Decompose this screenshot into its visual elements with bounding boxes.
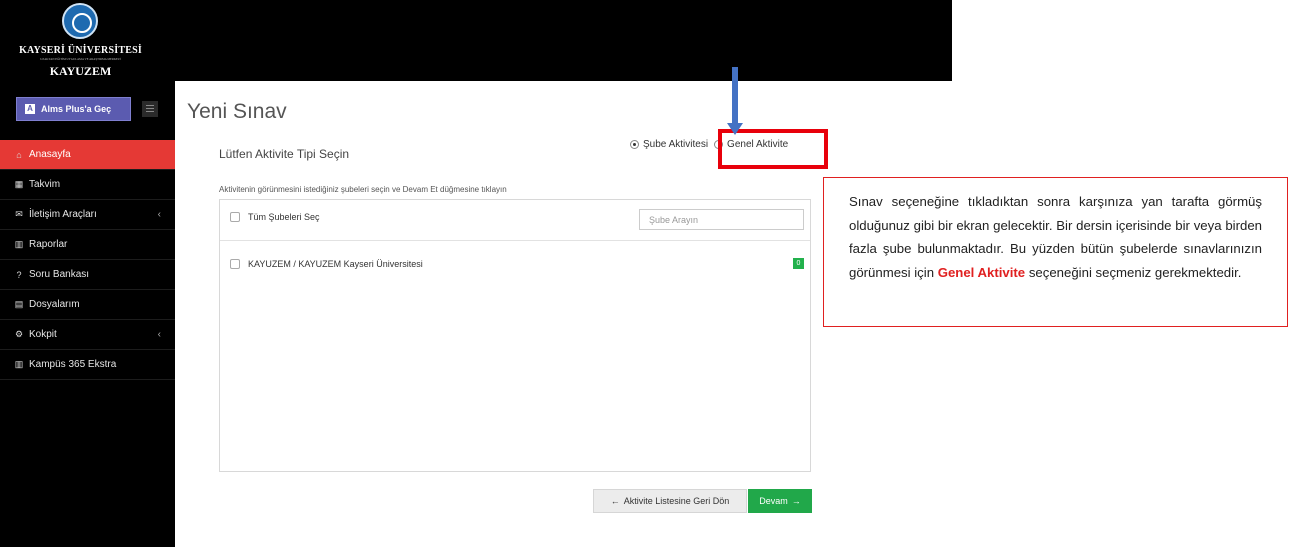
sidebar-item-label: İletişim Araçları	[29, 209, 97, 220]
sidebar-item-label: Soru Bankası	[29, 269, 90, 280]
brand-short-name: KAYUZEM	[49, 64, 112, 78]
sidebar-item-7[interactable]: ▥ Kampüs 365 Ekstra	[0, 350, 175, 380]
branch-name: KAYUZEM / KAYUZEM Kayseri Üniversitesi	[248, 259, 423, 269]
back-button-label: Aktivite Listesine Geri Dön	[623, 496, 730, 506]
branch-row[interactable]: KAYUZEM / KAYUZEM Kayseri Üniversitesi	[230, 259, 423, 269]
menu-toggle-icon[interactable]	[142, 101, 158, 117]
bar-chart-icon: ▥	[14, 239, 24, 249]
continue-button[interactable]: Devam →	[748, 489, 812, 513]
sidebar: KAYSERİ ÜNİVERSİTESİ UZAKTAN EĞİTİM UYGU…	[0, 0, 175, 547]
sidebar-item-label: Kampüs 365 Ekstra	[29, 359, 117, 370]
brand[interactable]: KAYSERİ ÜNİVERSİTESİ UZAKTAN EĞİTİM UYGU…	[0, 0, 175, 90]
sidebar-item-5[interactable]: ▤ Dosyalarım	[0, 290, 175, 320]
back-to-activity-list-button[interactable]: ← Aktivite Listesine Geri Dön	[593, 489, 747, 513]
pointer-arrow-shaft	[732, 67, 738, 125]
home-icon: ⌂	[16, 149, 22, 160]
question-icon: ?	[16, 269, 22, 280]
select-all-row[interactable]: Tüm Şubeleri Seç	[230, 212, 320, 222]
radio-branch-label[interactable]: Şube Aktivitesi	[643, 139, 708, 150]
top-header-bar	[175, 0, 952, 81]
annotation-text-after: seçeneğini seçmeniz gerekmektedir.	[1025, 264, 1242, 280]
sidebar-item-6[interactable]: ⚙ Kokpit ‹	[0, 320, 175, 350]
cogs-icon: ⚙	[14, 329, 24, 339]
brand-subtitle: UZAKTAN EĞİTİM UYGULAMA VE ARAŞTIRMA MER…	[40, 57, 121, 61]
arrow-left-icon: ←	[610, 496, 620, 506]
activity-type-label: Lütfen Aktivite Tipi Seçin	[219, 147, 350, 161]
sidebar-item-label: Takvim	[29, 179, 61, 190]
calendar-icon: ▦	[14, 179, 24, 189]
branch-count-badge: 0	[793, 258, 804, 269]
annotation-note: Sınav seçeneğine tıkladıktan sonra karşı…	[823, 177, 1288, 327]
radio-branch-activity[interactable]	[630, 140, 639, 149]
alms-plus-button[interactable]: A Alms Plus'a Geç	[16, 97, 131, 121]
sidebar-item-label: Raporlar	[29, 239, 68, 250]
select-all-label: Tüm Şubeleri Seç	[248, 212, 320, 222]
sidebar-menu: ⌂ Anasayfa ▦ Takvim ✉ İletişim Araçları ‹ ▥ Rapo…	[0, 140, 175, 380]
arrow-right-icon: →	[791, 496, 801, 506]
pointer-arrow-head-icon	[727, 123, 743, 135]
chevron-left-icon: ‹	[157, 329, 161, 340]
brand-name: KAYSERİ ÜNİVERSİTESİ	[19, 45, 142, 56]
sidebar-item-2[interactable]: ✉ İletişim Araçları ‹	[0, 200, 175, 230]
sidebar-item-4[interactable]: ? Soru Bankası	[0, 260, 175, 290]
annotation-highlight: Genel Aktivite	[937, 264, 1026, 280]
general-activity-highlight-box	[718, 129, 828, 169]
chevron-left-icon: ‹	[157, 209, 161, 220]
sidebar-item-label: Kokpit	[29, 329, 57, 340]
select-all-checkbox[interactable]	[230, 212, 240, 222]
continue-button-label: Devam	[759, 496, 788, 506]
file-icon: ▤	[14, 299, 24, 309]
university-logo	[62, 3, 98, 39]
alms-plus-label: Alms Plus'a Geç	[41, 104, 112, 114]
sidebar-item-label: Anasayfa	[29, 149, 71, 160]
app-window: KAYSERİ ÜNİVERSİTESİ UZAKTAN EĞİTİM UYGU…	[0, 0, 952, 547]
envelope-icon: ✉	[15, 209, 23, 219]
page-title: Yeni Sınav	[187, 100, 287, 123]
sidebar-item-label: Dosyalarım	[29, 299, 80, 310]
sidebar-item-0[interactable]: ⌂ Anasayfa	[0, 140, 175, 170]
branch-search-input[interactable]: Şube Arayın	[639, 209, 804, 230]
bar-chart-icon: ▥	[14, 359, 24, 369]
alms-a-icon: A	[25, 104, 35, 114]
divider	[220, 240, 810, 241]
instruction-text: Aktivitenin görünmesini istediğiniz şube…	[219, 185, 507, 194]
branch-selection-panel: Tüm Şubeleri Seç Şube Arayın KAYUZEM / K…	[219, 199, 811, 472]
sidebar-item-1[interactable]: ▦ Takvim	[0, 170, 175, 200]
sidebar-item-3[interactable]: ▥ Raporlar	[0, 230, 175, 260]
branch-checkbox[interactable]	[230, 259, 240, 269]
